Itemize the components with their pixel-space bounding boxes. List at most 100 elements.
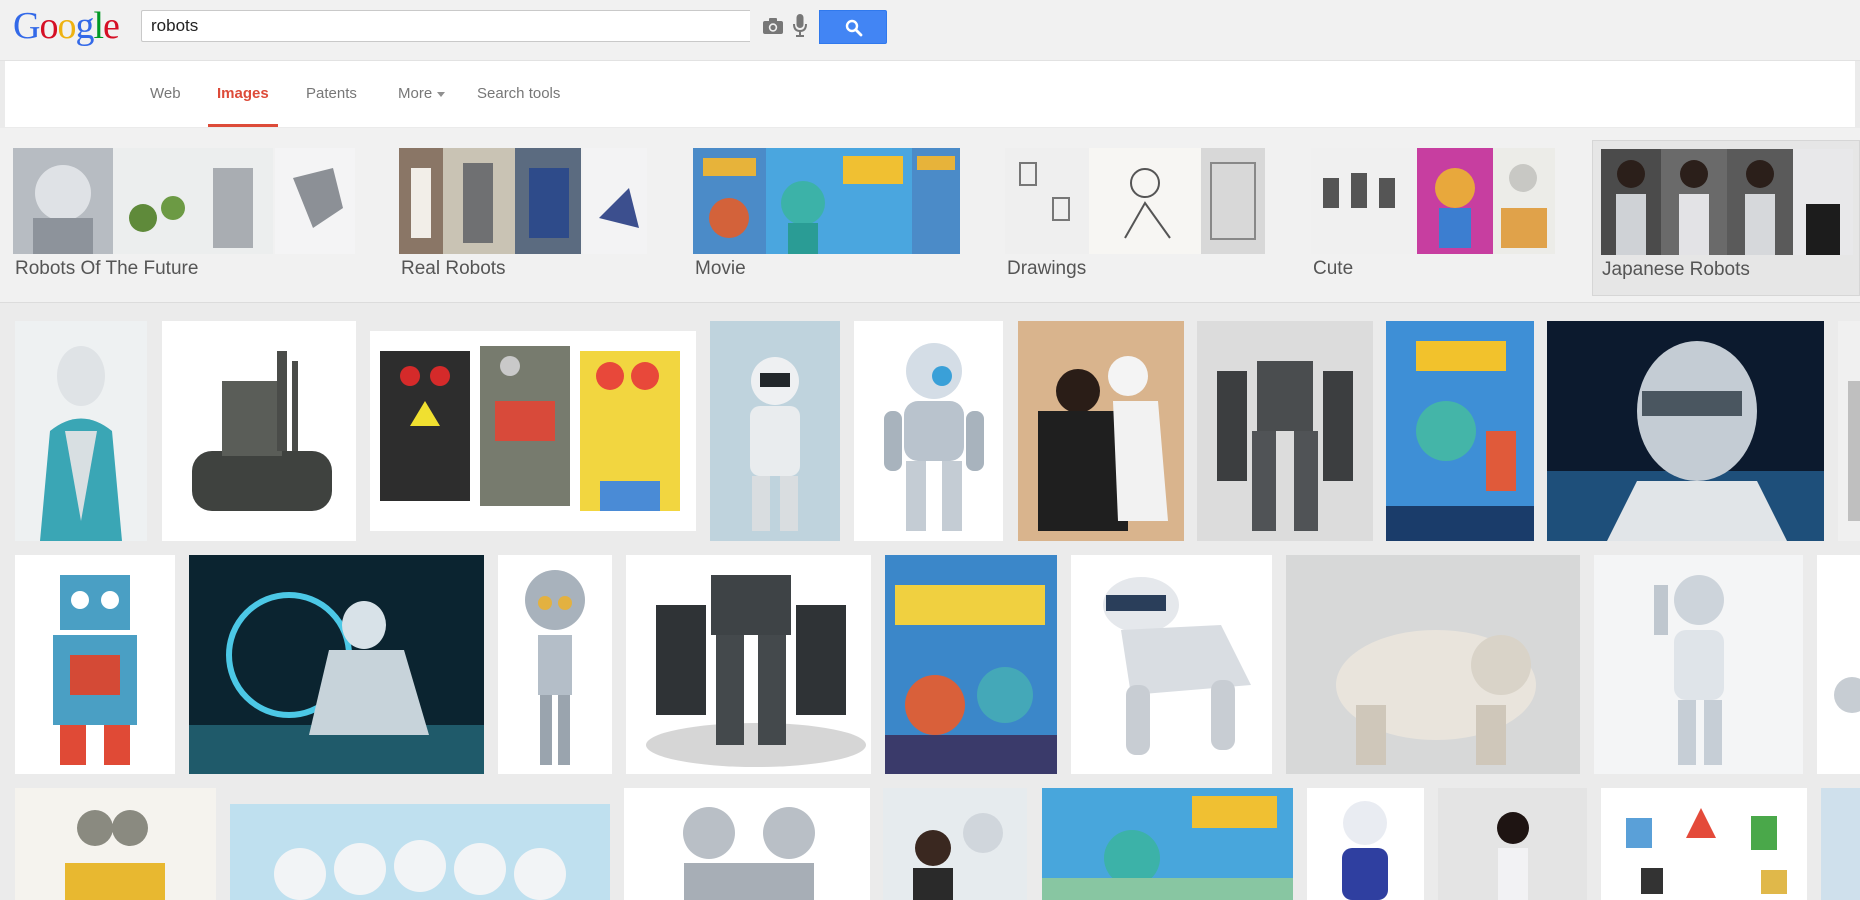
related-card-robots-of-the-future[interactable]: Robots Of The Future — [13, 148, 355, 294]
tab-images[interactable]: Images — [208, 61, 278, 127]
robot-image — [1601, 788, 1807, 900]
image-result[interactable] — [624, 788, 870, 900]
microphone-icon[interactable] — [793, 14, 807, 38]
robot-image — [498, 555, 612, 774]
image-result[interactable] — [710, 321, 840, 541]
robot-image — [1821, 788, 1860, 900]
robot-image — [1307, 788, 1424, 900]
robot-image — [1547, 321, 1824, 541]
related-card-movie[interactable]: Movie — [693, 148, 960, 294]
robot-image — [399, 148, 647, 254]
image-result[interactable] — [189, 555, 484, 774]
robot-image — [883, 788, 1027, 900]
robot-image — [626, 555, 871, 774]
image-result[interactable] — [1042, 788, 1293, 900]
robot-image — [162, 321, 356, 541]
robot-image — [1042, 788, 1293, 900]
robot-image — [1311, 148, 1555, 254]
image-result[interactable] — [626, 555, 871, 774]
image-result[interactable] — [1018, 321, 1184, 541]
image-result[interactable] — [1594, 555, 1803, 774]
thumbnail-strip — [1311, 148, 1555, 254]
robot-image — [1438, 788, 1587, 900]
related-card-drawings[interactable]: Drawings — [1005, 148, 1265, 294]
related-label: Real Robots — [401, 258, 506, 279]
image-result[interactable] — [15, 555, 175, 774]
tab-label: Web — [150, 85, 181, 102]
image-result[interactable] — [885, 555, 1057, 774]
related-label: Japanese Robots — [1602, 259, 1750, 280]
image-result[interactable] — [854, 321, 1003, 541]
thumbnail-strip — [399, 148, 647, 254]
robot-image — [693, 148, 960, 254]
image-result[interactable] — [230, 804, 610, 900]
robot-image — [13, 148, 355, 254]
related-card-real-robots[interactable]: Real Robots — [399, 148, 647, 294]
tab-more[interactable]: More — [389, 61, 454, 127]
robot-image — [885, 555, 1057, 774]
image-result[interactable] — [1386, 321, 1534, 541]
tab-label: Patents — [306, 85, 357, 102]
robot-image — [15, 788, 216, 900]
tab-search-tools[interactable]: Search tools — [468, 61, 569, 127]
chevron-down-icon — [437, 91, 446, 97]
image-result[interactable] — [498, 555, 612, 774]
robot-image — [1386, 321, 1534, 541]
related-searches: Robots Of The Future Real Robots Movie D… — [0, 128, 1860, 303]
thumbnail-strip — [13, 148, 355, 254]
tab-patents[interactable]: Patents — [297, 61, 366, 127]
tab-web[interactable]: Web — [141, 61, 190, 127]
logo-letter: o — [39, 5, 58, 47]
search-box — [141, 10, 750, 42]
robot-image — [1005, 148, 1265, 254]
robot-image — [1594, 555, 1803, 774]
robot-image — [1838, 321, 1860, 541]
search-input[interactable] — [142, 11, 742, 41]
robot-image — [1817, 555, 1860, 774]
image-result[interactable] — [1838, 321, 1860, 541]
robot-image — [854, 321, 1003, 541]
robot-image — [1071, 555, 1272, 774]
search-nav: Web Images Patents More Search tools — [5, 61, 1855, 127]
robot-image — [624, 788, 870, 900]
image-result[interactable] — [1438, 788, 1587, 900]
logo-letter: l — [93, 5, 104, 47]
thumbnail-strip — [1005, 148, 1265, 254]
image-result[interactable] — [1817, 555, 1860, 774]
robot-image — [15, 555, 175, 774]
thumbnail-strip — [693, 148, 960, 254]
camera-icon[interactable] — [762, 17, 784, 35]
robot-image — [189, 555, 484, 774]
image-result[interactable] — [1071, 555, 1272, 774]
logo-letter: o — [57, 5, 76, 47]
image-result[interactable] — [162, 321, 356, 541]
related-label: Robots Of The Future — [15, 258, 199, 279]
image-result[interactable] — [370, 331, 696, 531]
robot-image — [710, 321, 840, 541]
tab-label: Images — [217, 85, 269, 102]
image-result[interactable] — [883, 788, 1027, 900]
robot-image — [1601, 149, 1853, 255]
robot-image — [1286, 555, 1580, 774]
image-result[interactable] — [15, 321, 147, 541]
related-label: Drawings — [1007, 258, 1087, 279]
image-results-grid — [0, 304, 1860, 900]
related-label: Cute — [1313, 258, 1354, 279]
image-result[interactable] — [1286, 555, 1580, 774]
tab-label: More — [398, 85, 433, 102]
image-result[interactable] — [1307, 788, 1424, 900]
image-result[interactable] — [15, 788, 216, 900]
image-result[interactable] — [1601, 788, 1807, 900]
robot-image — [15, 321, 147, 541]
search-button[interactable] — [819, 10, 887, 44]
image-result[interactable] — [1547, 321, 1824, 541]
image-result[interactable] — [1197, 321, 1373, 541]
logo-letter: G — [13, 5, 40, 47]
related-card-cute[interactable]: Cute — [1311, 148, 1555, 294]
top-bar: Google — [0, 0, 1860, 61]
logo-letter: g — [75, 5, 94, 47]
magnifier-icon — [845, 19, 863, 37]
related-card-japanese-robots[interactable]: Japanese Robots — [1592, 140, 1860, 296]
google-logo[interactable]: Google — [13, 4, 120, 48]
image-result[interactable] — [1821, 788, 1860, 900]
